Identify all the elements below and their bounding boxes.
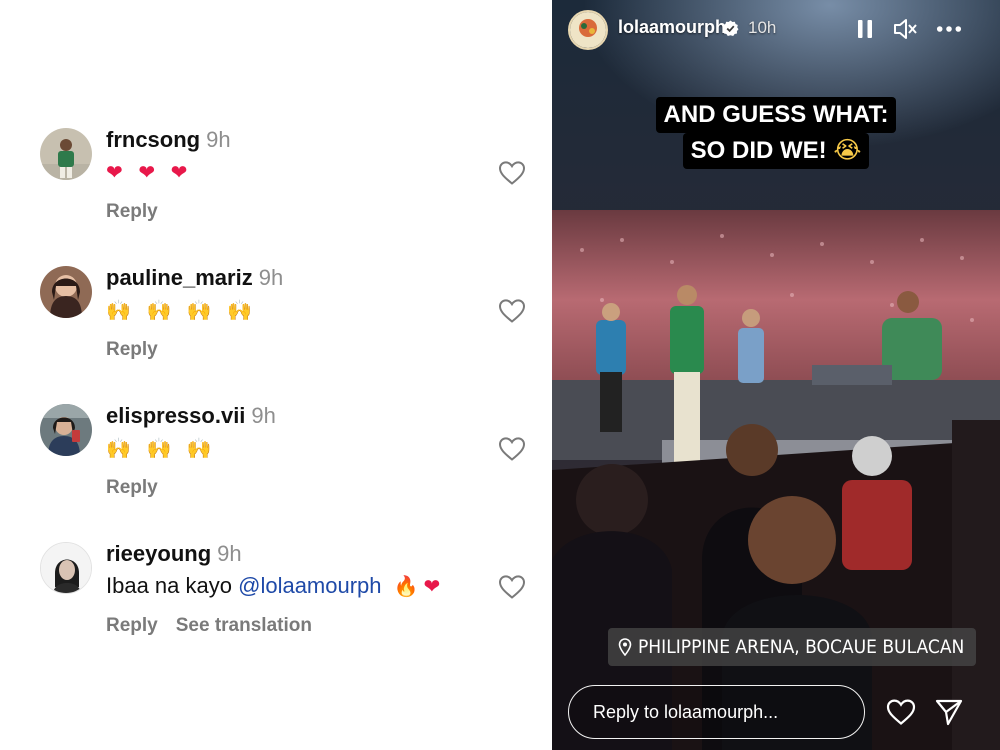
avatar[interactable] <box>568 10 608 50</box>
story-viewer[interactable]: lolaamourph 10h AND GUESS WHAT: SO DID W… <box>552 0 1000 750</box>
avatar[interactable] <box>40 266 92 318</box>
location-pin-icon <box>618 638 632 656</box>
caption-line-2: SO DID WE! 😭 <box>682 133 870 169</box>
comment-username[interactable]: frncsong <box>106 127 200 152</box>
more-icon[interactable] <box>936 16 964 42</box>
reply-button[interactable]: Reply <box>106 201 158 222</box>
comment-header: pauline_mariz 9h <box>106 264 283 292</box>
send-icon[interactable] <box>934 697 964 727</box>
comment-timestamp: 9h <box>206 127 231 152</box>
comments-panel: frncsong 9h ❤ ❤ ❤ Reply pauline_mariz 9h 🙌… <box>0 0 552 750</box>
reply-button[interactable]: Reply <box>106 339 158 360</box>
fire-emoji: 🔥 <box>393 576 424 598</box>
story-caption: AND GUESS WHAT: SO DID WE! 😭 <box>552 97 1000 169</box>
comment-text: 🙌 🙌 🙌 🙌 <box>106 296 257 325</box>
mute-icon[interactable] <box>892 16 918 42</box>
avatar[interactable] <box>40 128 92 180</box>
verified-badge-icon <box>722 20 739 36</box>
comment-username[interactable]: elispresso.vii <box>106 403 245 428</box>
reply-button[interactable]: Reply <box>106 615 158 636</box>
comment-timestamp: 9h <box>251 403 276 428</box>
comment-header: rieeyoung 9h <box>106 540 242 568</box>
story-username[interactable]: lolaamourph <box>618 17 726 38</box>
heart-outline-icon[interactable] <box>886 698 916 726</box>
crying-emoji: 😭 <box>833 137 862 164</box>
comment-text: 🙌 🙌 🙌 <box>106 434 217 463</box>
comment-actions: Reply <box>106 338 176 362</box>
comment-actions: Reply <box>106 476 176 500</box>
heart-emoji: ❤ <box>423 576 446 598</box>
comment-username[interactable]: rieeyoung <box>106 541 211 566</box>
location-sticker[interactable]: PHILIPPINE ARENA, BOCAUE BULACAN <box>608 628 977 666</box>
comment-item: rieeyoung 9h Ibaa na kayo @lolaamourph 🔥❤ … <box>0 540 552 662</box>
comment-timestamp: 9h <box>258 265 284 290</box>
mention-link[interactable]: @lolaamourph <box>238 573 381 598</box>
comment-emoji: ❤ ❤ ❤ <box>106 162 193 184</box>
comment-header: frncsong 9h <box>106 126 231 154</box>
comment-timestamp: 9h <box>217 541 242 566</box>
reply-field[interactable] <box>568 685 865 739</box>
heart-outline-icon[interactable] <box>498 574 526 600</box>
caption-line-1: AND GUESS WHAT: <box>655 97 897 133</box>
heart-outline-icon[interactable] <box>498 436 526 462</box>
see-translation-button[interactable]: See translation <box>176 615 312 636</box>
avatar[interactable] <box>40 404 92 456</box>
heart-outline-icon[interactable] <box>498 298 526 324</box>
comment-actions: Reply <box>106 200 176 224</box>
comment-body: Ibaa na kayo <box>106 573 239 598</box>
comment-item: elispresso.vii 9h 🙌 🙌 🙌 Reply <box>0 402 552 524</box>
comment-text: Ibaa na kayo @lolaamourph 🔥❤ <box>106 572 445 601</box>
comment-item: frncsong 9h ❤ ❤ ❤ Reply <box>0 126 552 248</box>
comment-text: ❤ ❤ ❤ <box>106 158 192 187</box>
comment-emoji: 🙌 🙌 🙌 🙌 <box>106 300 258 322</box>
reply-input[interactable] <box>569 686 864 738</box>
comment-header: elispresso.vii 9h <box>106 402 276 430</box>
heart-outline-icon[interactable] <box>498 160 526 186</box>
reply-button[interactable]: Reply <box>106 477 158 498</box>
pause-icon[interactable] <box>852 16 878 42</box>
caption-line-2-text: SO DID WE! <box>690 137 827 164</box>
comment-item: pauline_mariz 9h 🙌 🙌 🙌 🙌 Reply <box>0 264 552 386</box>
location-text: PHILIPPINE ARENA, BOCAUE BULACAN <box>638 636 965 658</box>
comment-emoji: 🙌 🙌 🙌 <box>106 438 217 460</box>
avatar[interactable] <box>40 542 92 594</box>
comment-username[interactable]: pauline_mariz <box>106 265 253 290</box>
story-timestamp: 10h <box>748 18 777 37</box>
comment-actions: Reply See translation <box>106 614 330 638</box>
